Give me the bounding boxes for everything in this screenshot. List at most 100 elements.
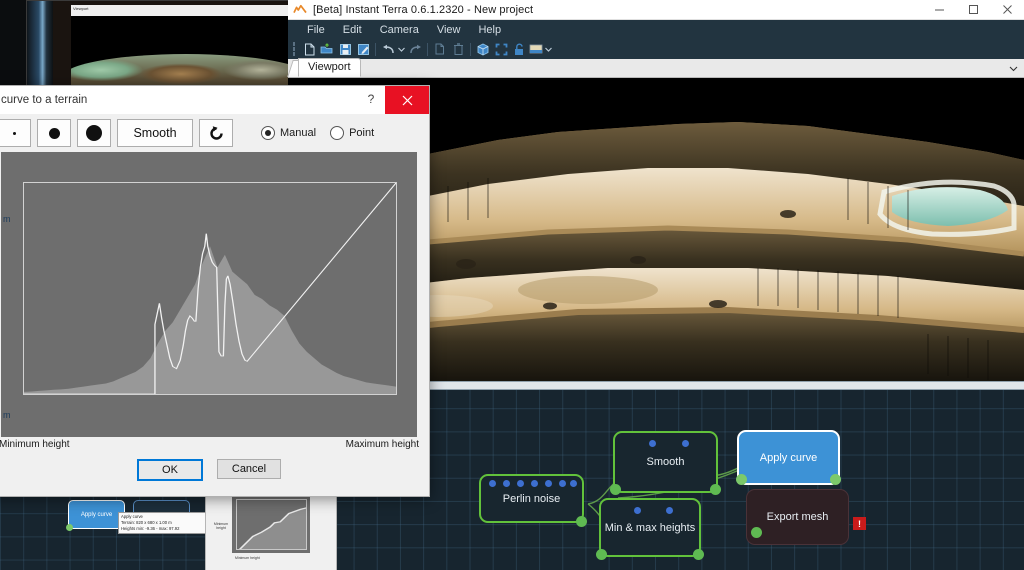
background-node-apply-curve[interactable]: Apply curve	[66, 500, 125, 531]
minimize-button[interactable]	[922, 0, 956, 19]
background-dialog-preview[interactable]: Minimum height Minimum height	[205, 491, 337, 570]
radio-point[interactable]: Point	[330, 126, 374, 140]
chevron-down-icon	[1009, 66, 1018, 72]
lock-button[interactable]	[510, 40, 528, 58]
screen-root: Viewport [Beta] Instant Terra 0.6.1.2320…	[0, 0, 1024, 570]
radio-manual-indicator	[261, 126, 275, 140]
brush-size-medium-icon	[48, 127, 60, 139]
node-min-max-heights[interactable]: Min & max heights	[596, 498, 704, 560]
port-out-smooth-left[interactable]	[610, 484, 621, 495]
port-out-smooth-right[interactable]	[710, 484, 721, 495]
mode-radio-group: Manual Point	[261, 126, 374, 140]
menu-edit[interactable]: Edit	[334, 22, 371, 38]
cube-view-button[interactable]	[474, 40, 492, 58]
redo-button[interactable]	[406, 40, 424, 58]
close-button[interactable]	[990, 0, 1024, 19]
axis-label-x-min: Minimum height	[0, 439, 70, 450]
port-in-smooth-2[interactable]	[682, 440, 689, 447]
menu-file[interactable]: File	[298, 22, 334, 38]
toolbar-separator-1	[375, 42, 376, 56]
port-in-perlin-7[interactable]	[570, 480, 577, 487]
dialog-title: curve to a terrain	[1, 94, 88, 106]
terrain-preset-button[interactable]	[528, 40, 544, 58]
port-in-minmax-1[interactable]	[634, 507, 641, 514]
background-window-viewport	[71, 16, 289, 89]
node-smooth[interactable]: Smooth	[610, 431, 721, 495]
ok-button[interactable]: OK	[137, 459, 203, 481]
node-perlin-noise[interactable]: Perlin noise	[479, 474, 587, 527]
cancel-button[interactable]: Cancel	[217, 459, 281, 479]
radio-manual-label: Manual	[280, 127, 317, 139]
undo-icon	[382, 44, 394, 53]
status-badge-export-mesh-error[interactable]: !	[853, 517, 866, 530]
menu-help[interactable]: Help	[469, 22, 510, 38]
dialog-help-button[interactable]: ?	[363, 92, 379, 106]
port-in-minmax-2[interactable]	[666, 507, 673, 514]
brush-size-large-button[interactable]	[77, 119, 111, 147]
smooth-button[interactable]: Smooth	[117, 119, 193, 147]
brush-size-medium-button[interactable]	[37, 119, 71, 147]
port-out-minmax-right[interactable]	[693, 549, 704, 560]
fit-view-button[interactable]	[492, 40, 510, 58]
background-terrain-render	[71, 54, 289, 89]
dialog-close-button[interactable]	[385, 86, 429, 114]
port-in-smooth-1[interactable]	[649, 440, 656, 447]
port-out-perlin-noise[interactable]	[576, 516, 587, 527]
reset-curve-button[interactable]	[199, 119, 233, 147]
new-project-button[interactable]	[300, 40, 318, 58]
port-in-perlin-4[interactable]	[531, 480, 538, 487]
menu-camera[interactable]: Camera	[371, 22, 428, 38]
brush-size-small-button[interactable]	[0, 119, 31, 147]
port-in-perlin-2[interactable]	[503, 480, 510, 487]
maximize-icon	[968, 5, 978, 14]
menu-view[interactable]: View	[428, 22, 470, 38]
background-node-port[interactable]	[66, 524, 73, 531]
curve-plot-area[interactable]	[23, 182, 397, 395]
port-out-export-mesh[interactable]	[751, 527, 762, 538]
port-in-perlin-3[interactable]	[517, 480, 524, 487]
save-as-icon	[357, 43, 369, 55]
close-icon	[1002, 5, 1012, 14]
delete-button[interactable]	[449, 40, 467, 58]
save-project-button[interactable]	[336, 40, 354, 58]
terrain-preset-icon	[529, 44, 543, 54]
background-window-edge	[27, 1, 53, 89]
curve-plot-svg	[24, 183, 396, 394]
port-out-minmax-left[interactable]	[596, 549, 607, 560]
window-controls	[922, 0, 1024, 19]
brush-size-large-icon	[86, 125, 102, 141]
port-in-perlin-5[interactable]	[545, 480, 552, 487]
toolbar-separator-2	[427, 42, 428, 56]
background-window-tabbar	[71, 5, 289, 16]
save-as-button[interactable]	[354, 40, 372, 58]
axis-label-x-max: Maximum height	[345, 439, 419, 450]
node-apply-curve[interactable]: Apply curve	[736, 430, 841, 485]
apply-curve-dialog: curve to a terrain ? Smooth Manual Point…	[0, 85, 430, 497]
background-window[interactable]: Viewport	[26, 0, 290, 90]
open-project-button[interactable]	[318, 40, 336, 58]
undo-button[interactable]	[379, 40, 397, 58]
toolbar-grip[interactable]	[292, 42, 298, 56]
background-dialog-plot	[236, 499, 307, 550]
node-label-export-mesh: Export mesh	[766, 511, 829, 523]
background-window-tab[interactable]: Viewport	[73, 6, 89, 11]
tab-viewport[interactable]: Viewport	[298, 58, 361, 77]
background-dialog-xlabel: Minimum height	[235, 556, 260, 560]
curve-editor-graph[interactable]: m m	[1, 152, 417, 437]
maximize-button[interactable]	[956, 0, 990, 19]
background-node-label: Apply curve	[80, 511, 113, 518]
port-in-perlin-1[interactable]	[489, 480, 496, 487]
undo-history-dropdown-button[interactable]	[397, 40, 406, 58]
port-in-perlin-6[interactable]	[559, 480, 566, 487]
port-out-apply-curve-left[interactable]	[736, 474, 747, 485]
radio-point-indicator	[330, 126, 345, 140]
background-curve-plot	[238, 507, 306, 549]
terrain-preset-dropdown-button[interactable]	[544, 40, 553, 58]
port-out-apply-curve-right[interactable]	[830, 474, 841, 485]
copy-button[interactable]	[431, 40, 449, 58]
radio-manual[interactable]: Manual	[261, 126, 316, 140]
height-histogram	[24, 246, 396, 394]
toolbar	[288, 39, 1024, 59]
node-export-mesh[interactable]: Export mesh	[746, 489, 849, 545]
tab-list-dropdown-button[interactable]	[1009, 64, 1018, 74]
